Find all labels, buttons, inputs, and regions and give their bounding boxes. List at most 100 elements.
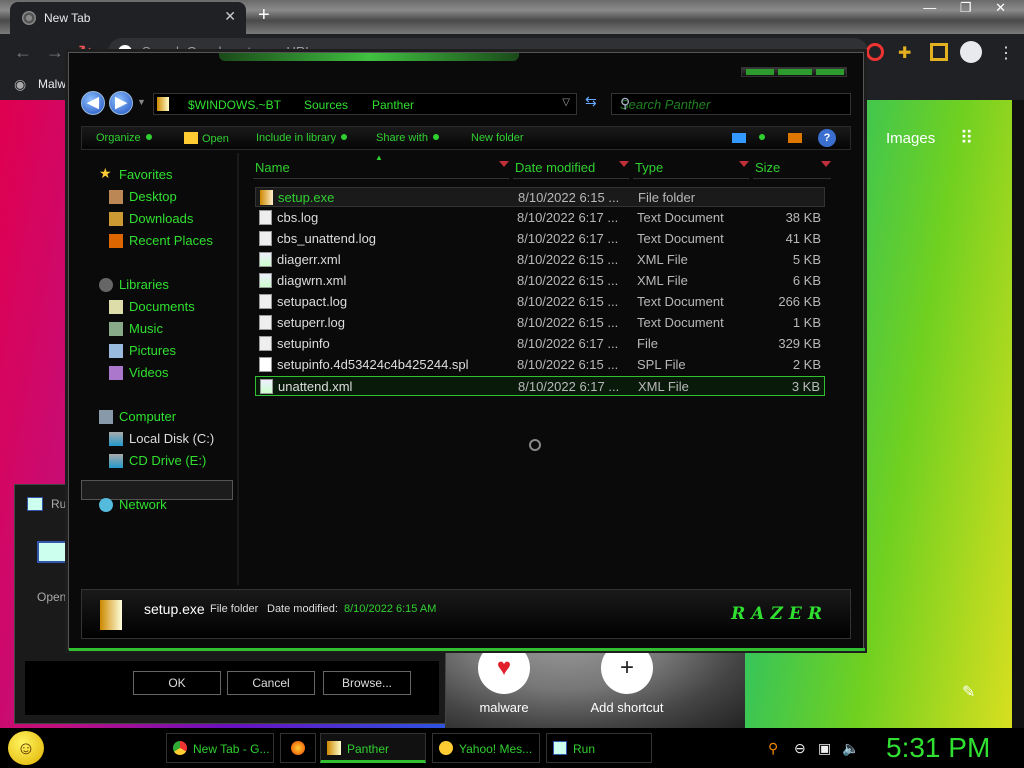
back-button[interactable]: ◀ (81, 91, 105, 115)
view-options-dot[interactable] (754, 132, 765, 144)
network-tray-icon[interactable]: ▣ (818, 740, 831, 757)
breadcrumb[interactable]: $WINDOWS.~BT Sources Panther ▽ (153, 93, 577, 115)
chevron-down-icon[interactable]: ▽ (562, 97, 570, 108)
clock[interactable]: 5:31 PM (886, 732, 990, 764)
column-date-modified[interactable]: Date modified (513, 157, 629, 179)
bottom-glow (69, 648, 865, 651)
organize-button[interactable]: Organize (96, 132, 152, 144)
extensions-icon[interactable]: ✚ (898, 43, 916, 62)
share-with-button[interactable]: Share with (376, 132, 439, 144)
folder-icon (100, 600, 122, 630)
bookmark-malware[interactable]: Malw (38, 77, 66, 91)
folder-icon (327, 741, 341, 755)
shortcut-label: malware (479, 700, 529, 715)
search-icon[interactable]: ⚲ (620, 95, 846, 112)
file-row[interactable]: unattend.xml 8/10/2022 6:17 ... XML File 3 … (255, 376, 825, 396)
column-name[interactable]: Name (253, 157, 509, 179)
opera-icon[interactable] (866, 43, 884, 61)
forward-icon[interactable]: → (46, 42, 64, 63)
razer-logo: RAZER (731, 604, 828, 624)
breadcrumb-item[interactable]: Panther (372, 98, 414, 112)
pictures-icon (109, 344, 123, 358)
star-icon: ★ (99, 165, 112, 181)
xml-file-icon (259, 252, 272, 267)
network-icon (99, 498, 113, 512)
profile-icon[interactable] (960, 41, 982, 63)
chrome-icon (173, 741, 187, 755)
column-type[interactable]: Type (633, 157, 749, 179)
run-large-icon (37, 541, 69, 563)
volume-icon[interactable]: 🔈 (842, 740, 859, 757)
open-icon (184, 132, 198, 144)
file-row[interactable]: diagwrn.xml 8/10/2022 6:15 ... XML File 6 K… (255, 271, 825, 291)
file-row[interactable]: diagerr.xml 8/10/2022 6:15 ... XML File 5 K… (255, 250, 825, 270)
browser-tab[interactable]: New Tab ✕ (10, 2, 246, 34)
cancel-button[interactable]: Cancel (227, 671, 315, 695)
open-button[interactable]: Open (184, 132, 229, 145)
tab-strip: New Tab ✕ + — ❐ ✕ (0, 0, 1024, 34)
recent-pages-icon[interactable]: ▼ (137, 97, 146, 107)
file-row[interactable]: setupact.log 8/10/2022 6:15 ... Text Docum… (255, 292, 825, 312)
window-controls[interactable]: — ❐ ✕ (923, 0, 1016, 16)
cd-drive-icon (109, 454, 123, 468)
taskbar-yahoo-messenger[interactable]: Yahoo! Mes... (432, 733, 540, 763)
details-date-value: 8/10/2022 6:15 AM (344, 603, 437, 615)
title-glow (219, 53, 519, 61)
taskbar-chrome[interactable]: New Tab - G... (166, 733, 274, 763)
search-tray-icon[interactable]: ⚲ (768, 740, 778, 757)
new-tab-button[interactable]: + (258, 4, 270, 27)
run-icon (27, 497, 43, 511)
close-tab-icon[interactable]: ✕ (224, 8, 236, 25)
view-icon[interactable] (732, 133, 746, 143)
file-row[interactable]: setupinfo.4d53424c4b425244.spl 8/10/2022 … (255, 355, 825, 375)
firefox-icon (291, 741, 305, 755)
details-name: setup.exe (144, 601, 205, 617)
text-file-icon (259, 231, 272, 246)
taskbar-panther[interactable]: Panther (320, 733, 426, 763)
ok-button[interactable]: OK (133, 671, 221, 695)
column-headers: Name Date modified Type Size (241, 157, 845, 179)
browse-button[interactable]: Browse... (323, 671, 411, 695)
spl-file-icon (259, 357, 272, 372)
taskbar-run[interactable]: Run (546, 733, 652, 763)
add-shortcut[interactable]: + Add shortcut (557, 642, 697, 715)
file-row[interactable]: cbs.log 8/10/2022 6:17 ... Text Document 38… (255, 208, 825, 228)
back-icon[interactable]: ← (14, 42, 32, 63)
details-date-label: Date modified: (267, 603, 338, 615)
status-tray-icon[interactable]: ⊖ (794, 740, 806, 757)
file-row[interactable]: setupinfo 8/10/2022 6:17 ... File 329 KB (255, 334, 825, 354)
forward-button[interactable]: ▶ (109, 91, 133, 115)
include-in-library-button[interactable]: Include in library (256, 132, 348, 144)
taskbar: ☺ New Tab - G... Panther Yahoo! Mes... R… (0, 728, 1024, 768)
breadcrumb-item[interactable]: Sources (304, 98, 348, 112)
pane-divider[interactable] (237, 153, 239, 585)
file-row[interactable]: cbs_unattend.log 8/10/2022 6:17 ... Text D… (255, 229, 825, 249)
breadcrumb-item[interactable]: $WINDOWS.~BT (188, 98, 281, 112)
mouse-cursor-icon (529, 439, 541, 451)
file-list: ▲ Name Date modified Type Size setup.exe… (241, 153, 851, 585)
start-button[interactable]: ☺ (8, 731, 44, 765)
messenger-icon (439, 741, 453, 755)
new-folder-button[interactable]: New folder (471, 132, 524, 144)
scrollbar[interactable] (1012, 100, 1024, 728)
customize-pencil-icon[interactable]: ✎ (962, 682, 975, 702)
refresh-icon[interactable]: ⇆ (585, 93, 597, 110)
shortcut-label: Add shortcut (590, 700, 664, 715)
images-link[interactable]: Images (886, 130, 935, 147)
apps-icon[interactable]: ⠿ (960, 128, 973, 149)
caption-buttons[interactable] (741, 67, 847, 77)
file-row[interactable]: setup.exe 8/10/2022 6:15 ... File folder (255, 187, 825, 207)
sidepanel-icon[interactable] (930, 43, 948, 61)
run-icon (553, 741, 567, 755)
file-row[interactable]: setuperr.log 8/10/2022 6:15 ... Text Docum… (255, 313, 825, 333)
preview-pane-icon[interactable] (788, 133, 802, 143)
search-input[interactable]: Search Panther ⚲ (611, 93, 851, 115)
column-size[interactable]: Size (753, 157, 831, 179)
folder-icon (260, 190, 273, 205)
menu-icon[interactable]: ⋮ (998, 43, 1016, 62)
shortcut-malware[interactable]: ♥ malware (434, 642, 574, 715)
help-icon[interactable]: ? (818, 129, 836, 147)
folder-icon (157, 97, 169, 111)
xml-file-icon (260, 379, 273, 394)
taskbar-firefox[interactable] (280, 733, 316, 763)
